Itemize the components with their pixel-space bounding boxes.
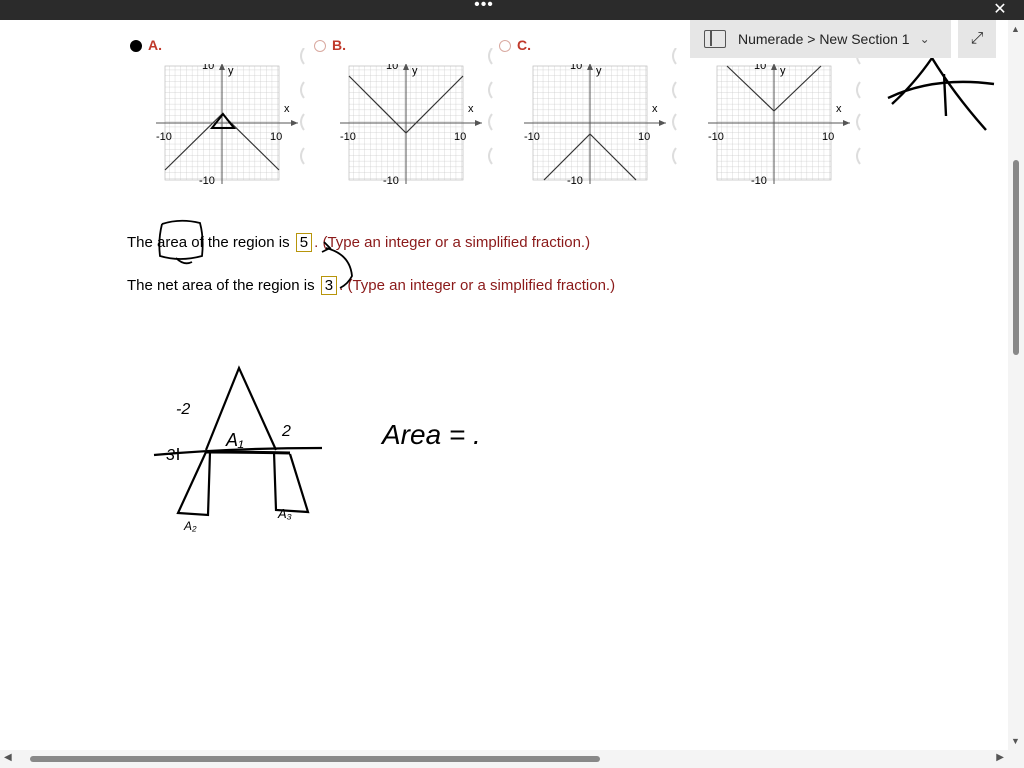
- scroll-bracket-decor: [856, 48, 861, 165]
- graph-c: y x 10 -10 -10 10: [524, 64, 666, 187]
- ink-doodle-a: [887, 57, 995, 131]
- y-max-label: 10: [386, 64, 398, 72]
- y-min-label: -10: [567, 175, 583, 187]
- x-axis-label: x: [836, 103, 842, 115]
- y-min-label: -10: [199, 175, 215, 187]
- ink-label-neg2: -2: [176, 401, 190, 418]
- y-min-label: -10: [751, 175, 767, 187]
- x-min-label: -10: [156, 131, 172, 143]
- x-min-label: -10: [708, 131, 724, 143]
- y-axis-label: y: [780, 65, 786, 77]
- graph-b: y x 10 -10 -10 10: [340, 64, 482, 187]
- x-axis-label: x: [284, 103, 290, 115]
- y-max-label: 10: [754, 64, 766, 72]
- ellipsis-icon[interactable]: •••: [470, 0, 498, 16]
- horizontal-scroll-thumb[interactable]: [30, 756, 600, 762]
- y-axis-label: y: [412, 65, 418, 77]
- scroll-right-icon[interactable]: ▶: [996, 752, 1004, 763]
- choice-a-label: A.: [148, 37, 162, 53]
- close-icon[interactable]: ✕: [990, 0, 1010, 20]
- y-axis-label: y: [596, 65, 602, 77]
- choice-a[interactable]: A.: [130, 37, 162, 53]
- ink-annotations: [158, 219, 353, 289]
- ink-label-3: 3: [166, 447, 175, 464]
- scroll-left-icon[interactable]: ◀: [4, 752, 12, 763]
- x-min-label: -10: [524, 131, 540, 143]
- y-max-label: 10: [202, 64, 214, 72]
- scroll-bracket-decor: [488, 48, 493, 165]
- scroll-bracket-decor: [672, 48, 677, 165]
- scroll-up-icon[interactable]: ▲: [1011, 24, 1020, 34]
- x-min-label: -10: [340, 131, 356, 143]
- notebook-icon: [704, 30, 726, 48]
- choice-c-label: C.: [517, 37, 531, 53]
- x-axis-label: x: [468, 103, 474, 115]
- graph-d: y x 10 -10 -10 10: [708, 64, 850, 187]
- x-max-label: 10: [270, 131, 282, 143]
- graph-a: y x 10 -10 -10 10: [156, 64, 298, 187]
- y-max-label: 10: [570, 64, 582, 72]
- x-max-label: 10: [454, 131, 466, 143]
- vertical-scrollbar[interactable]: ▲ ▼: [1008, 20, 1024, 750]
- choice-c[interactable]: C.: [499, 37, 531, 53]
- ink-label-a3: A₃: [277, 506, 292, 521]
- notebook-canvas[interactable]: A. B. C. y x 10 -10 -10 10 y x 10 -10 -1…: [0, 20, 1008, 750]
- net-area-hint: . (Type an integer or a simplified fract…: [339, 277, 616, 294]
- choice-b[interactable]: B.: [314, 37, 346, 53]
- vertical-scroll-thumb[interactable]: [1013, 160, 1019, 355]
- ink-area-text: Area = .: [380, 419, 481, 450]
- radio-a[interactable]: [130, 40, 142, 52]
- radio-c[interactable]: [499, 40, 511, 52]
- ink-label-a2: A₂: [183, 519, 197, 533]
- window-titlebar: ••• ✕: [0, 0, 1024, 20]
- ink-region-sketch: -2 2 3 A₁ A₂ A₃ Area = .: [153, 365, 481, 533]
- x-max-label: 10: [822, 131, 834, 143]
- expand-icon[interactable]: ⤢: [958, 20, 996, 58]
- ink-label-2: 2: [281, 423, 291, 440]
- radio-b[interactable]: [314, 40, 326, 52]
- chevron-down-icon[interactable]: ⌄: [920, 32, 930, 46]
- x-max-label: 10: [638, 131, 650, 143]
- choice-b-label: B.: [332, 37, 346, 53]
- scroll-bracket-decor: [300, 48, 305, 165]
- scroll-down-icon[interactable]: ▼: [1011, 736, 1020, 746]
- notebook-breadcrumb-text: Numerade > New Section 1: [738, 31, 910, 47]
- horizontal-scrollbar[interactable]: ◀ ▶: [0, 750, 1024, 768]
- x-axis-label: x: [652, 103, 658, 115]
- y-min-label: -10: [383, 175, 399, 187]
- notebook-breadcrumb[interactable]: Numerade > New Section 1 ⌄: [690, 20, 951, 58]
- y-axis-label: y: [228, 65, 234, 77]
- ink-label-a1: A₁: [225, 430, 244, 450]
